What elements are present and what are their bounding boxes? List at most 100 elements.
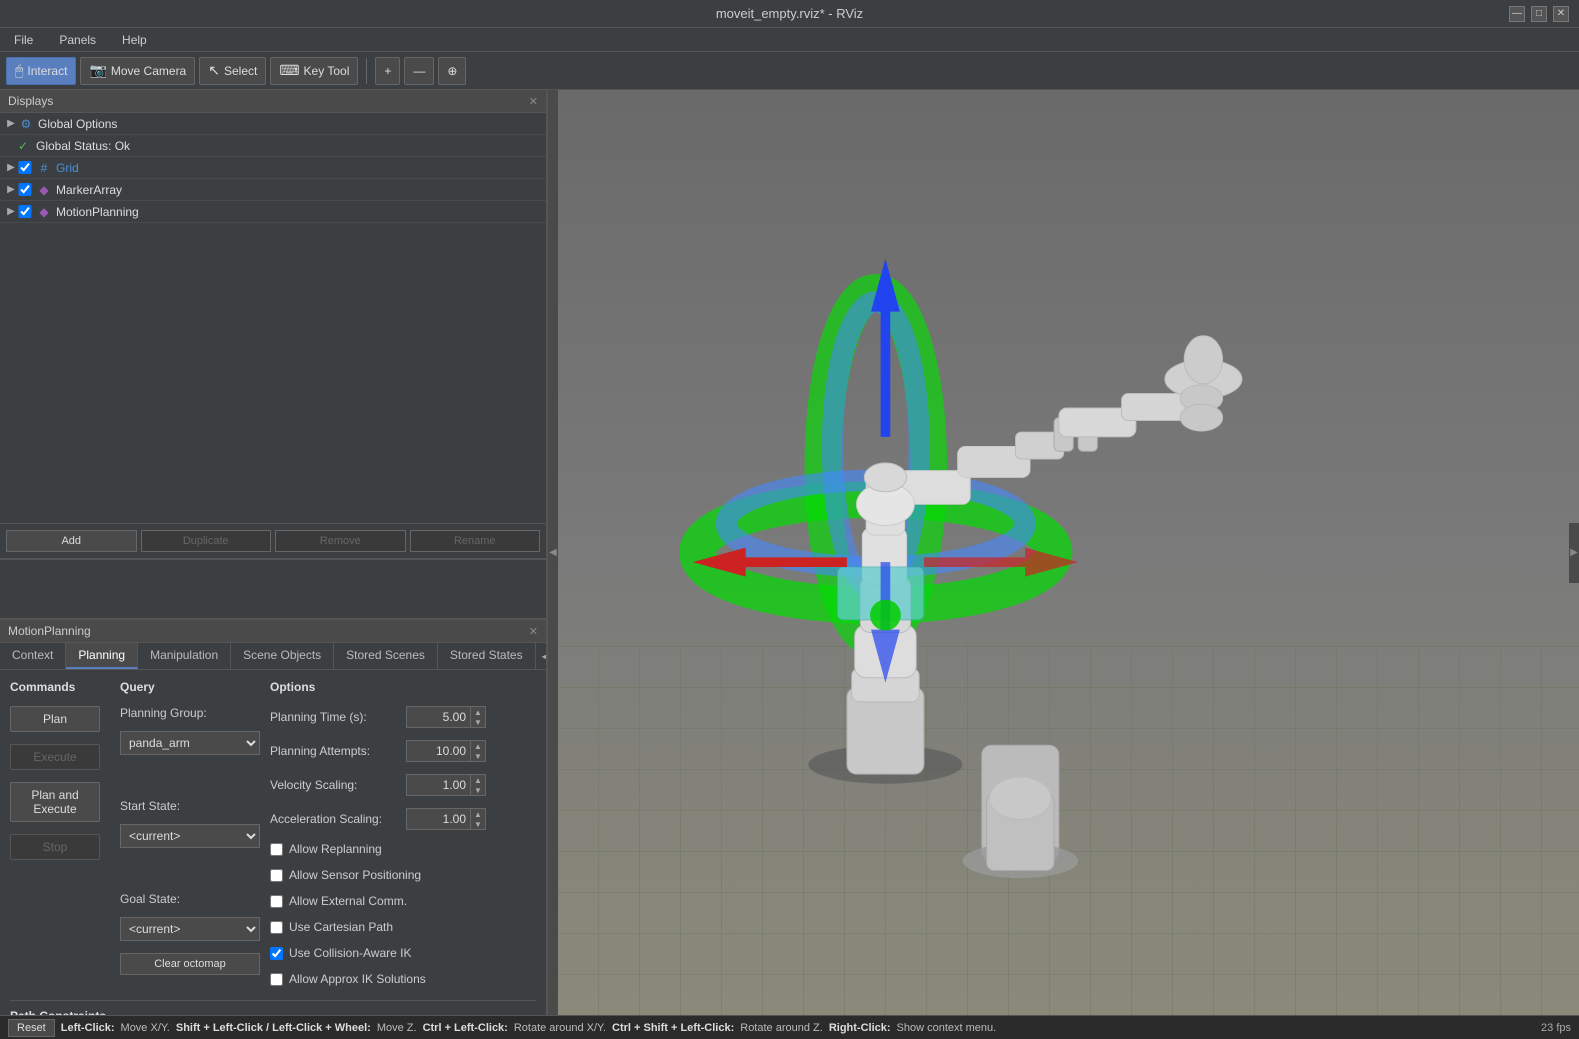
- planning-attempts-down[interactable]: ▼: [471, 751, 485, 761]
- query-title: Query: [120, 680, 260, 694]
- display-row-grid[interactable]: ▶ # Grid: [0, 157, 546, 179]
- menu-panels[interactable]: Panels: [51, 31, 104, 49]
- minimize-button[interactable]: —: [1509, 6, 1525, 22]
- maximize-button[interactable]: □: [1531, 6, 1547, 22]
- window-controls[interactable]: — □ ✕: [1509, 6, 1569, 22]
- expand-icon-grid[interactable]: ▶: [4, 162, 18, 173]
- use-collision-label[interactable]: Use Collision-Aware IK: [289, 946, 412, 960]
- acceleration-scaling-up[interactable]: ▲: [471, 809, 485, 819]
- reset-button[interactable]: Reset: [8, 1019, 55, 1037]
- allow-replanning-checkbox[interactable]: [270, 843, 283, 856]
- displays-collapse-icon[interactable]: ✕: [529, 95, 538, 108]
- velocity-scaling-up[interactable]: ▲: [471, 775, 485, 785]
- plan-button[interactable]: Plan: [10, 706, 100, 732]
- planning-group-label: Planning Group:: [120, 706, 260, 720]
- expand-icon-motionplanning[interactable]: ▶: [4, 206, 18, 217]
- acceleration-scaling-row: Acceleration Scaling: ▲ ▼: [270, 808, 536, 830]
- display-row-global-options[interactable]: ▶ ⚙ Global Options: [0, 113, 546, 135]
- velocity-scaling-spinbox[interactable]: ▲ ▼: [406, 774, 486, 796]
- expand-icon-global-options[interactable]: ▶: [4, 118, 18, 129]
- allow-approx-checkbox[interactable]: [270, 973, 283, 986]
- path-constraints-section: Path Constraints None Goal Tolerance: ▲: [10, 1000, 536, 1015]
- tab-scene-objects[interactable]: Scene Objects: [231, 643, 334, 669]
- use-cartesian-row: Use Cartesian Path: [270, 920, 536, 934]
- interact-button[interactable]: 🖱 Interact: [6, 57, 76, 85]
- key-tool-button[interactable]: ⌨ Key Tool: [270, 57, 358, 85]
- fps-display: 23 fps: [1541, 1022, 1571, 1034]
- use-collision-checkbox[interactable]: [270, 947, 283, 960]
- tab-planning[interactable]: Planning: [66, 643, 138, 669]
- display-row-global-status[interactable]: ✓ Global Status: Ok: [0, 135, 546, 157]
- expand-icon-markerarray[interactable]: ▶: [4, 184, 18, 195]
- start-state-label: Start State:: [120, 799, 260, 813]
- allow-external-row: Allow External Comm.: [270, 894, 536, 908]
- planning-time-spinbox[interactable]: ▲ ▼: [406, 706, 486, 728]
- clear-octomap-button[interactable]: Clear octomap: [120, 953, 260, 975]
- rename-display-button[interactable]: Rename: [410, 530, 541, 552]
- close-button[interactable]: ✕: [1553, 6, 1569, 22]
- allow-approx-label[interactable]: Allow Approx IK Solutions: [289, 972, 426, 986]
- start-state-select[interactable]: <current>: [120, 824, 260, 848]
- statusbar-leftclick-key: Left-Click:: [61, 1022, 115, 1034]
- acceleration-scaling-input[interactable]: [406, 808, 471, 830]
- panel-collapse-handle[interactable]: ◀: [548, 90, 558, 1015]
- viewport-3d[interactable]: ▶: [558, 90, 1579, 1015]
- tab-arrow-left[interactable]: ◀: [536, 643, 546, 669]
- add-tool-button[interactable]: +: [375, 57, 400, 85]
- velocity-scaling-down[interactable]: ▼: [471, 785, 485, 795]
- remove-tool-button[interactable]: —: [404, 57, 434, 85]
- window-title: moveit_empty.rviz* - RViz: [70, 6, 1509, 21]
- use-cartesian-checkbox[interactable]: [270, 921, 283, 934]
- menu-help[interactable]: Help: [114, 31, 155, 49]
- tab-context[interactable]: Context: [0, 643, 66, 669]
- key-tool-label: Key Tool: [304, 64, 350, 78]
- allow-external-checkbox[interactable]: [270, 895, 283, 908]
- execute-button[interactable]: Execute: [10, 744, 100, 770]
- display-row-markerarray[interactable]: ▶ ◆ MarkerArray: [0, 179, 546, 201]
- move-camera-label: Move Camera: [111, 64, 186, 78]
- add-display-button[interactable]: Add: [6, 530, 137, 552]
- planning-time-down[interactable]: ▼: [471, 717, 485, 727]
- select-button[interactable]: ↖ Select: [199, 57, 266, 85]
- duplicate-display-button[interactable]: Duplicate: [141, 530, 272, 552]
- allow-sensor-label[interactable]: Allow Sensor Positioning: [289, 868, 421, 882]
- plan-execute-button[interactable]: Plan and Execute: [10, 782, 100, 822]
- planning-time-input[interactable]: [406, 706, 471, 728]
- planning-attempts-spinbox[interactable]: ▲ ▼: [406, 740, 486, 762]
- use-collision-row: Use Collision-Aware IK: [270, 946, 536, 960]
- planning-attempts-up[interactable]: ▲: [471, 741, 485, 751]
- right-collapse-handle[interactable]: ▶: [1569, 523, 1579, 583]
- goal-state-select[interactable]: <current>: [120, 917, 260, 941]
- camera-button[interactable]: ⊕: [438, 57, 466, 85]
- allow-sensor-checkbox[interactable]: [270, 869, 283, 882]
- stop-button[interactable]: Stop: [10, 834, 100, 860]
- motionplanning-label: MotionPlanning: [56, 205, 542, 219]
- displays-header: Displays ✕: [0, 90, 546, 113]
- motionplanning-checkbox[interactable]: [18, 205, 32, 218]
- acceleration-scaling-down[interactable]: ▼: [471, 819, 485, 829]
- move-camera-button[interactable]: 📷 Move Camera: [80, 57, 195, 85]
- markerarray-checkbox[interactable]: [18, 183, 32, 196]
- display-row-motionplanning[interactable]: ▶ ◆ MotionPlanning: [0, 201, 546, 223]
- planning-attempts-input[interactable]: [406, 740, 471, 762]
- allow-replanning-label[interactable]: Allow Replanning: [289, 842, 382, 856]
- acceleration-scaling-spinbox[interactable]: ▲ ▼: [406, 808, 486, 830]
- options-column: Options Planning Time (s): ▲ ▼: [270, 680, 536, 990]
- velocity-scaling-input[interactable]: [406, 774, 471, 796]
- tab-stored-scenes[interactable]: Stored Scenes: [334, 643, 438, 669]
- statusbar-ctrl-desc: Rotate around X/Y.: [514, 1022, 606, 1034]
- tab-stored-states[interactable]: Stored States: [438, 643, 536, 669]
- statusbar-shift-desc: Move Z.: [377, 1022, 417, 1034]
- grid-checkbox[interactable]: [18, 161, 32, 174]
- displays-footer: Add Duplicate Remove Rename: [0, 523, 546, 558]
- statusbar-ctrl-shift-key: Ctrl + Shift + Left-Click:: [612, 1022, 734, 1034]
- tab-manipulation[interactable]: Manipulation: [138, 643, 231, 669]
- remove-display-button[interactable]: Remove: [275, 530, 406, 552]
- use-cartesian-label[interactable]: Use Cartesian Path: [289, 920, 393, 934]
- motion-planning-collapse-icon[interactable]: ✕: [529, 625, 538, 638]
- menu-file[interactable]: File: [6, 31, 41, 49]
- planning-group-select[interactable]: panda_arm: [120, 731, 260, 755]
- planning-time-up[interactable]: ▲: [471, 707, 485, 717]
- main-content: Displays ✕ ▶ ⚙ Global Options ✓ Global S…: [0, 90, 1579, 1015]
- allow-external-label[interactable]: Allow External Comm.: [289, 894, 407, 908]
